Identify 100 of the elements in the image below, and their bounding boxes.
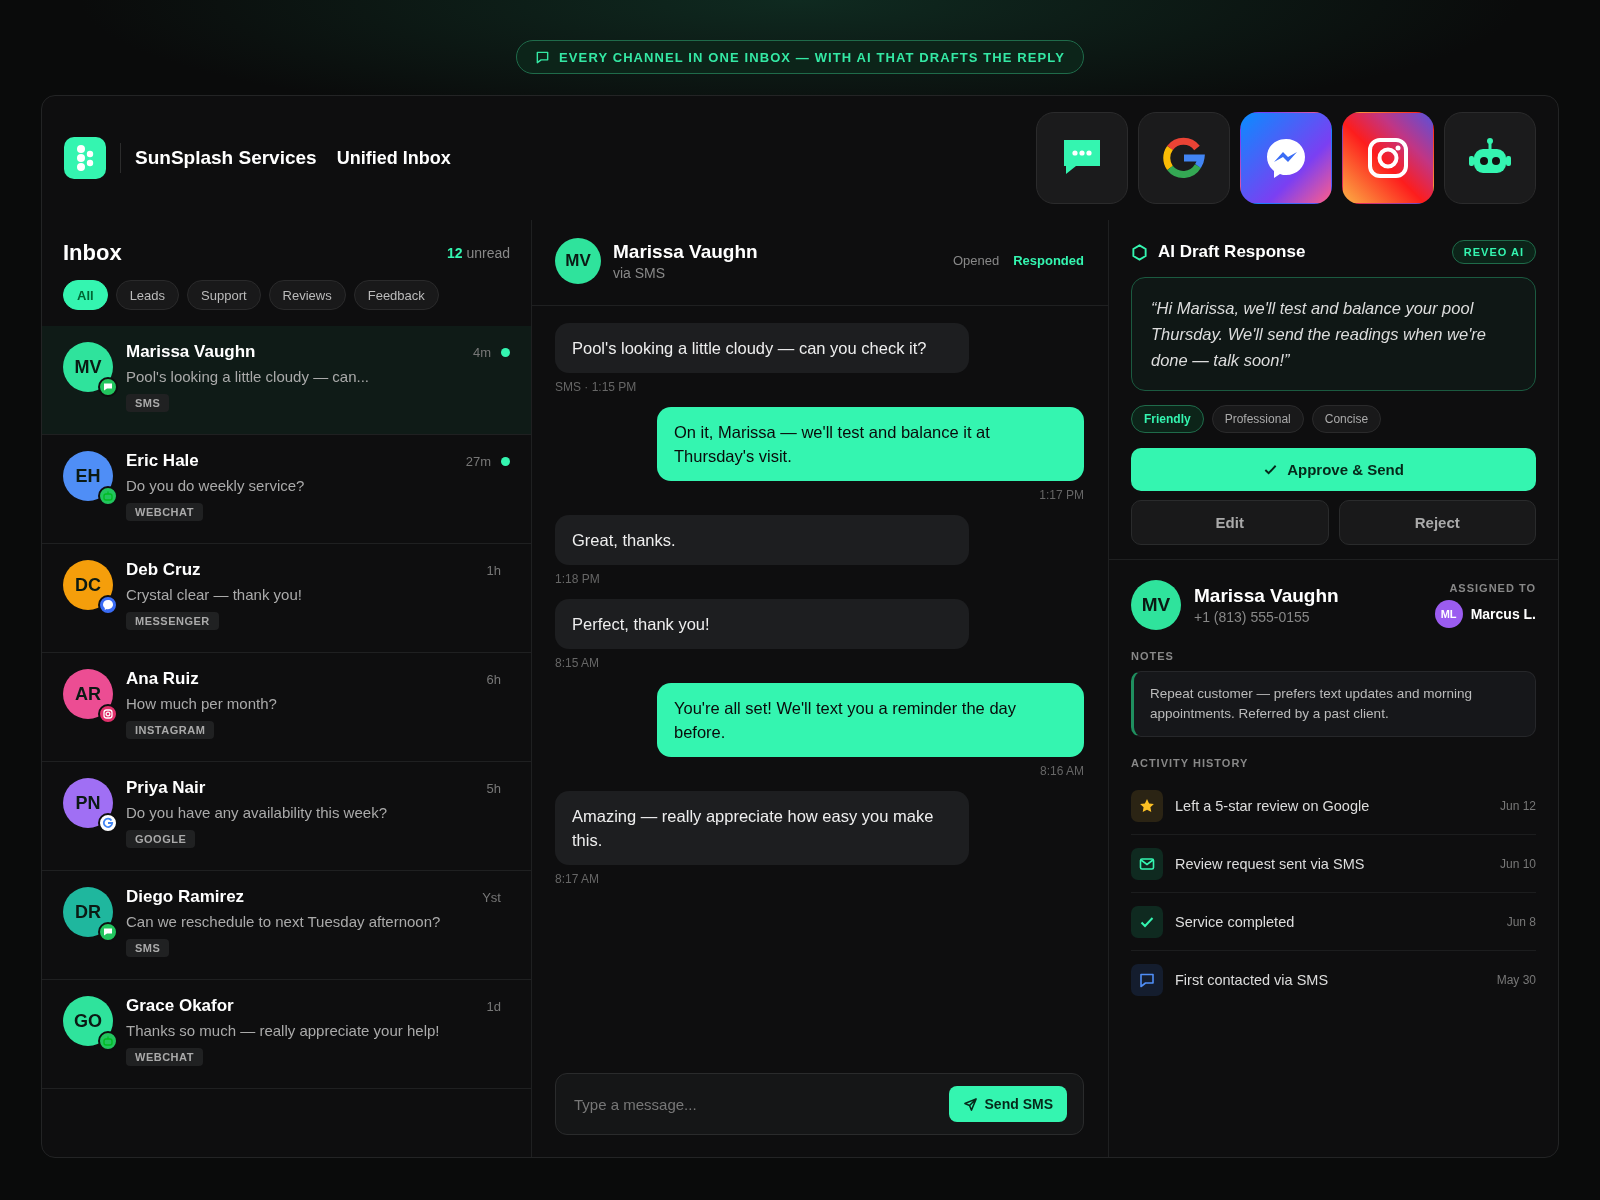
conversation-item[interactable]: GO Grace Okafor 1d Thanks so much — really appreciate your help! WEBCHAT bbox=[42, 980, 531, 1089]
avatar: MV bbox=[555, 237, 601, 284]
message-preview: Thanks so much — really appreciate your help! bbox=[126, 1022, 441, 1039]
channel-tag: WEBCHAT bbox=[126, 1048, 203, 1066]
camera-icon bbox=[98, 704, 118, 724]
chat-bubble-icon bbox=[98, 922, 118, 942]
message-preview: Do you have any availability this week? bbox=[126, 804, 388, 821]
hexagon-icon bbox=[1131, 243, 1148, 261]
message-bubble: Great, thanks. bbox=[555, 515, 969, 565]
robot-icon bbox=[98, 1031, 118, 1051]
contact-name: Priya Nair bbox=[126, 778, 207, 798]
avatar: GO bbox=[63, 996, 113, 1046]
activity-text: Left a 5-star review on Google bbox=[1175, 797, 1371, 814]
send-icon bbox=[962, 1096, 978, 1112]
message-bubble: Perfect, thank you! bbox=[555, 599, 969, 649]
approve-button[interactable]: Approve & Send bbox=[1131, 448, 1536, 491]
activity-text: Review request sent via SMS bbox=[1175, 855, 1366, 872]
timestamp: 6h bbox=[486, 671, 501, 687]
message-bubble: You're all set! We'll text you a reminder the day before. bbox=[657, 683, 1084, 757]
message-time: 1:18 PM bbox=[555, 572, 601, 586]
channel-tag: INSTAGRAM bbox=[126, 721, 215, 739]
message-input[interactable]: Type a message... bbox=[572, 1094, 949, 1114]
message-time: SMS · 1:15 PM bbox=[555, 380, 638, 394]
notes-text: Repeat customer — prefers text updates and morning appointments. Referred by a past client. bbox=[1131, 671, 1536, 737]
status-label: Opened bbox=[952, 253, 1000, 268]
phone-number: +1 (813) 555-0155 bbox=[1194, 609, 1311, 625]
timestamp: Yst bbox=[482, 889, 501, 905]
channel-button[interactable] bbox=[1444, 112, 1536, 204]
reject-button[interactable]: Reject bbox=[1338, 500, 1536, 545]
message-time: 1:17 PM bbox=[1039, 488, 1084, 502]
logo-icon bbox=[64, 137, 106, 179]
filter-tab[interactable]: Reviews bbox=[268, 280, 346, 310]
conversation-item[interactable]: AR Ana Ruiz 6h How much per month? INSTAGRAM bbox=[42, 653, 531, 762]
robot-icon bbox=[98, 486, 118, 506]
activity-date: Jun 10 bbox=[1499, 856, 1536, 871]
conversation-item[interactable]: DC Deb Cruz 1h Crystal clear — thank you! MESSENGER bbox=[42, 544, 531, 653]
unread-count: 12 unread bbox=[446, 245, 510, 261]
contact-name: Marissa Vaughn bbox=[1194, 585, 1339, 607]
send-button[interactable]: Send SMS bbox=[948, 1086, 1067, 1122]
contact-name: Ana Ruiz bbox=[126, 669, 200, 689]
activity-text: Service completed bbox=[1175, 913, 1296, 930]
channel-tag: GOOGLE bbox=[126, 830, 196, 848]
activity-date: Jun 8 bbox=[1506, 914, 1536, 929]
avatar: PN bbox=[63, 778, 113, 828]
tagline-text: EVERY CHANNEL IN ONE INBOX — WITH AI THAT DRAFTS THE REPLY bbox=[559, 49, 1065, 65]
avatar: DR bbox=[63, 887, 113, 937]
timestamp: 5h bbox=[486, 780, 501, 796]
assigned-label: ASSIGNED TO bbox=[1449, 582, 1536, 594]
message-time: 8:17 AM bbox=[555, 872, 601, 886]
message-preview: Can we reschedule to next Tuesday afternoon? bbox=[126, 913, 442, 930]
page-title: Unified Inbox bbox=[336, 147, 451, 169]
tone-chip[interactable]: Professional bbox=[1211, 405, 1304, 433]
contact-name: Eric Hale bbox=[126, 451, 200, 471]
activity-text: First contacted via SMS bbox=[1175, 971, 1330, 988]
conversation-item[interactable]: DR Diego Ramirez Yst Can we reschedule to next Tuesday afternoon? SMS bbox=[42, 871, 531, 980]
avatar: EH bbox=[63, 451, 113, 501]
inbox-title: Inbox bbox=[63, 240, 122, 266]
tone-chip[interactable]: Concise bbox=[1311, 405, 1382, 433]
timestamp: 1h bbox=[486, 562, 501, 578]
message-preview: Do you do weekly service? bbox=[126, 477, 306, 494]
activity-date: May 30 bbox=[1496, 972, 1536, 987]
contact-name: Diego Ramirez bbox=[126, 887, 246, 907]
message-preview: Crystal clear — thank you! bbox=[126, 586, 303, 603]
brand-name: SunSplash Services bbox=[135, 147, 317, 169]
contact-name: Marissa Vaughn bbox=[613, 240, 758, 263]
filter-tab[interactable]: Leads bbox=[115, 280, 180, 310]
avatar: DC bbox=[63, 560, 113, 610]
conversation-item[interactable]: EH Eric Hale 27m Do you do weekly service? WEBCHAT bbox=[42, 435, 531, 544]
channel-button[interactable] bbox=[1240, 112, 1332, 204]
message-bubble: Amazing — really appreciate how easy you make this. bbox=[555, 791, 969, 865]
avatar: AR bbox=[63, 669, 113, 719]
message-bubble: On it, Marissa — we'll test and balance it at Thursday's visit. bbox=[657, 407, 1084, 481]
channel-tag: MESSENGER bbox=[126, 612, 219, 630]
timestamp: 1d bbox=[486, 998, 501, 1014]
activity-label: ACTIVITY HISTORY bbox=[1131, 757, 1250, 769]
conversation-item[interactable]: MV Marissa Vaughn 4m Pool's looking a little cloudy — can... SMS bbox=[42, 326, 531, 435]
checkmark-icon bbox=[1131, 905, 1163, 938]
avatar: MV bbox=[63, 342, 113, 392]
channel-tag: SMS bbox=[126, 394, 170, 412]
tone-chip[interactable]: Friendly bbox=[1131, 405, 1204, 433]
channel-button[interactable] bbox=[1036, 112, 1128, 204]
status-label: Responded bbox=[1013, 253, 1084, 268]
conversation-item[interactable]: PN Priya Nair 5h Do you have any availability this week? GOOGLE bbox=[42, 762, 531, 871]
timestamp: 4m bbox=[472, 344, 491, 360]
contact-name: Deb Cruz bbox=[126, 560, 202, 580]
assignee-name: Marcus L. bbox=[1470, 606, 1536, 622]
filter-tab[interactable]: All bbox=[63, 280, 108, 310]
channel-label: via SMS bbox=[613, 264, 667, 281]
edit-button[interactable]: Edit bbox=[1131, 500, 1329, 545]
filter-tab[interactable]: Feedback bbox=[353, 280, 439, 310]
chat-bubble-icon bbox=[535, 49, 551, 65]
message-bubble: Pool's looking a little cloudy — can you check it? bbox=[555, 323, 969, 373]
section-title: AI Draft Response bbox=[1158, 242, 1307, 262]
filter-tab[interactable]: Support bbox=[187, 280, 261, 310]
timestamp: 27m bbox=[465, 453, 491, 469]
envelope-icon bbox=[1131, 847, 1163, 880]
channel-button[interactable] bbox=[1138, 112, 1230, 204]
activity-date: Jun 12 bbox=[1499, 798, 1536, 813]
chat-bubble-icon bbox=[1131, 963, 1163, 996]
channel-button[interactable] bbox=[1342, 112, 1434, 204]
